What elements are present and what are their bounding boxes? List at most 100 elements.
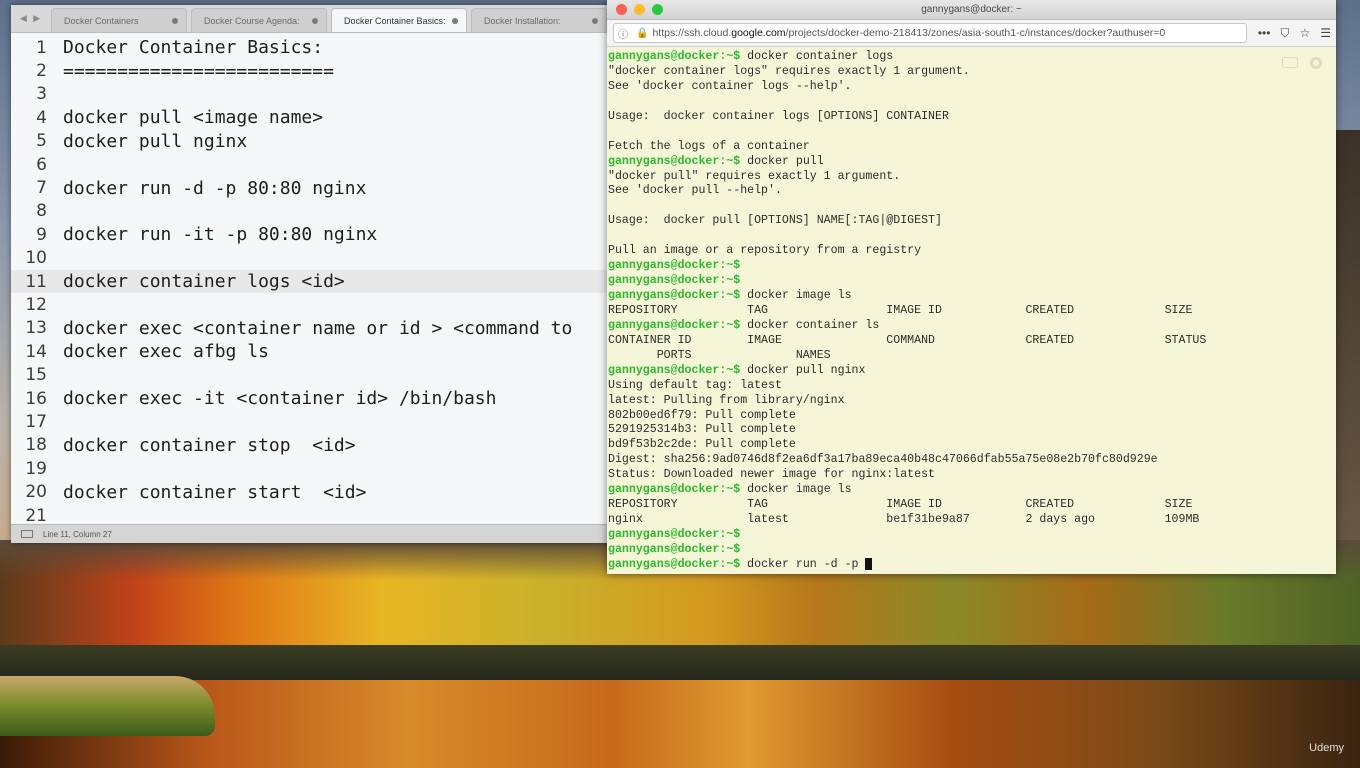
code-text: docker exec afbg ls <box>63 341 269 363</box>
editor-tab[interactable]: Docker Containers <box>51 8 187 32</box>
hamburger-menu-icon[interactable]: ☰ <box>1320 26 1331 40</box>
terminal-text: Using default tag: latest <box>608 378 782 392</box>
page-actions-icon[interactable]: ••• <box>1258 26 1271 40</box>
tab-nav-arrows-icon[interactable]: ◀ ▶ <box>11 5 51 32</box>
terminal-text: docker pull <box>740 154 824 168</box>
close-window-button[interactable] <box>616 4 627 15</box>
tab-close-dot-icon[interactable] <box>452 17 458 24</box>
cursor-position: Line 11, Column 27 <box>43 529 112 539</box>
minimize-window-button[interactable] <box>634 4 645 15</box>
terminal-text: Usage: docker pull [OPTIONS] NAME[:TAG|@… <box>608 214 942 228</box>
line-number: 8 <box>36 201 47 222</box>
code-text: docker exec -it <container id> /bin/bash <box>63 388 497 410</box>
code-line: 8 <box>11 200 611 223</box>
shell-prompt: gannygans@docker:~$ <box>608 50 741 63</box>
terminal-line: gannygans@docker:~$ <box>608 274 1206 289</box>
code-line: 11 docker container logs <id> <box>11 269 611 294</box>
keyboard-icon[interactable] <box>1282 57 1298 68</box>
terminal-line: Using default tag: latest <box>608 379 1206 394</box>
code-line: 18 docker container stop <id> <box>11 434 611 457</box>
editor-tab[interactable]: Docker Installation: <box>471 8 607 32</box>
terminal-text: docker run -d -p <box>740 557 866 571</box>
code-line: 5 docker pull nginx <box>11 130 611 153</box>
tab-label: Docker Containers <box>64 15 139 26</box>
line-number: 12 <box>25 294 47 315</box>
terminal-line: 802b00ed6f79: Pull complete <box>608 409 1206 424</box>
terminal-line: See 'docker pull --help'. <box>608 184 1206 199</box>
code-text: docker run -d -p 80:80 nginx <box>63 177 367 199</box>
terminal-cursor <box>865 557 873 570</box>
terminal-line: nginx latest be1f31be9a87 2 days ago 109… <box>608 513 1206 528</box>
tab-label: Docker Course Agenda: <box>204 15 300 26</box>
editor-tab[interactable]: Docker Course Agenda: <box>191 8 327 32</box>
editor-code-area[interactable]: 1 Docker Container Basics: 2 ==============… <box>11 33 611 527</box>
tab-label: Docker Installation: <box>484 15 561 26</box>
maximize-window-button[interactable] <box>652 4 663 15</box>
terminal-area[interactable]: gannygans@docker:~$ docker container log… <box>607 47 1336 574</box>
shell-prompt: gannygans@docker:~$ <box>608 363 741 377</box>
terminal-text: REPOSITORY TAG IMAGE ID CREATED SIZE <box>608 303 1193 317</box>
code-text: docker exec <container name or id > <com… <box>63 317 573 339</box>
code-text: docker pull nginx <box>63 130 248 152</box>
terminal-line: gannygans@docker:~$ <box>608 259 1206 274</box>
shell-prompt: gannygans@docker:~$ <box>608 318 741 332</box>
line-number: 2 <box>36 61 47 82</box>
text-editor-window: ◀ ▶ Docker Containers Docker Course Agend… <box>11 5 611 543</box>
terminal-line: PORTS NAMES <box>608 349 1206 364</box>
line-number: 7 <box>36 178 47 199</box>
info-icon[interactable]: ⓘ <box>618 26 628 41</box>
editor-tab[interactable]: Docker Container Basics: <box>331 8 467 32</box>
line-number: 21 <box>25 505 47 526</box>
tab-close-dot-icon[interactable] <box>592 17 598 24</box>
terminal-text: Pull an image or a repository from a reg… <box>608 244 922 258</box>
terminal-text: docker container logs <box>740 50 894 63</box>
shell-prompt: gannygans@docker:~$ <box>608 259 741 273</box>
terminal-output: gannygans@docker:~$ docker container log… <box>608 50 1206 573</box>
wallpaper-grass <box>0 676 215 736</box>
url-path: /projects/docker-demo-218413/zones/asia-… <box>785 27 1166 39</box>
terminal-text: PORTS NAMES <box>608 348 831 362</box>
line-number: 13 <box>25 318 47 339</box>
tab-close-dot-icon[interactable] <box>312 17 318 24</box>
shell-prompt: gannygans@docker:~$ <box>608 528 741 541</box>
terminal-text: "docker container logs" requires exactly… <box>608 64 970 78</box>
terminal-line: bd9f53b2c2de: Pull complete <box>608 438 1206 453</box>
terminal-line: Pull an image or a repository from a reg… <box>608 244 1206 259</box>
editor-status-bar: Line 11, Column 27 <box>11 524 611 543</box>
code-text: docker container logs <id> <box>63 271 345 293</box>
terminal-text: docker pull nginx <box>740 363 866 377</box>
code-text: ========================= <box>63 60 334 82</box>
panel-toggle-icon[interactable] <box>21 530 33 538</box>
terminal-text: docker container ls <box>740 318 880 332</box>
terminal-text: Usage: docker container logs [OPTIONS] C… <box>608 109 949 123</box>
terminal-text: docker image ls <box>740 289 852 302</box>
terminal-line: Usage: docker container logs [OPTIONS] C… <box>608 110 1206 125</box>
code-line: 4 docker pull <image name> <box>11 106 611 129</box>
line-number: 5 <box>36 131 47 152</box>
code-line: 13 docker exec <container name or id > <c… <box>11 317 611 340</box>
terminal-line: REPOSITORY TAG IMAGE ID CREATED SIZE <box>608 304 1206 319</box>
terminal-line: gannygans@docker:~$ docker container ls <box>608 319 1206 334</box>
shell-prompt: gannygans@docker:~$ <box>608 542 741 556</box>
code-text: docker run -it -p 80:80 nginx <box>63 224 378 246</box>
lock-icon: 🔒 <box>636 27 649 39</box>
browser-window: gannygans@docker: ~ ⓘ 🔒 https://ssh.clou… <box>607 0 1336 574</box>
pocket-icon[interactable]: ⛉ <box>1280 26 1289 41</box>
code-line: 19 <box>11 457 611 480</box>
terminal-line: gannygans@docker:~$ docker image ls <box>608 483 1206 498</box>
line-number: 1 <box>36 37 47 58</box>
code-line: 10 <box>11 247 611 270</box>
terminal-line: Usage: docker pull [OPTIONS] NAME[:TAG|@… <box>608 214 1206 229</box>
line-number: 20 <box>25 482 47 503</box>
tab-close-dot-icon[interactable] <box>172 17 178 24</box>
line-number: 3 <box>36 84 47 105</box>
shell-prompt: gannygans@docker:~$ <box>608 274 741 288</box>
settings-gear-icon[interactable] <box>1310 57 1322 69</box>
window-title: gannygans@docker: ~ <box>921 4 1022 15</box>
address-bar[interactable]: ⓘ 🔒 https://ssh.cloud. google.com/project… <box>613 23 1247 43</box>
shell-prompt: gannygans@docker:~$ <box>608 154 741 168</box>
line-number: 4 <box>36 107 47 128</box>
url-prefix: https://ssh.cloud. <box>652 27 732 39</box>
bookmark-star-icon[interactable]: ☆ <box>1299 26 1310 40</box>
